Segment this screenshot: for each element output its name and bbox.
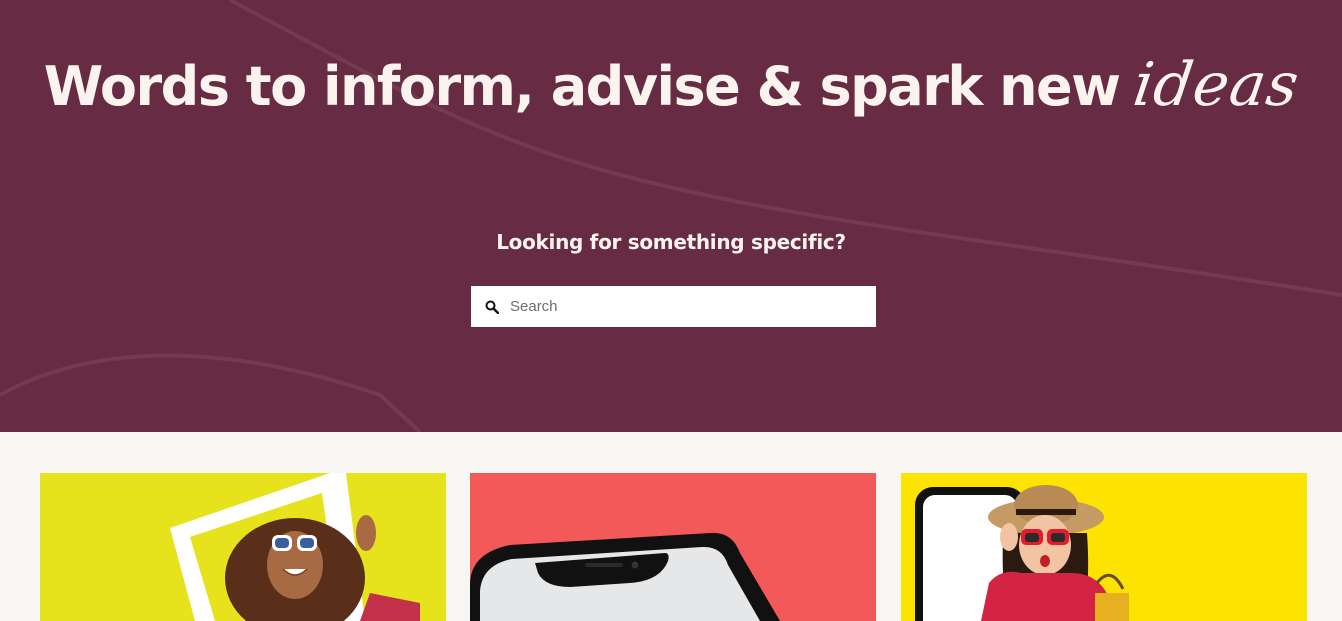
article-card-3[interactable] bbox=[901, 473, 1307, 621]
headline-main-text: Words to inform, advise & spark new bbox=[43, 55, 1121, 118]
search-box[interactable] bbox=[471, 286, 876, 327]
article-card-1-image bbox=[170, 473, 420, 621]
article-cards-grid bbox=[0, 432, 1342, 621]
headline-script-text: ideas bbox=[1128, 50, 1304, 120]
search-input[interactable] bbox=[510, 298, 850, 315]
hero-section: Words to inform, advise & spark new idea… bbox=[0, 0, 1342, 432]
article-card-2-image bbox=[470, 532, 780, 621]
article-card-1[interactable] bbox=[40, 473, 446, 621]
search-icon bbox=[484, 299, 500, 315]
search-prompt-heading: Looking for something specific? bbox=[496, 230, 846, 254]
article-card-2[interactable] bbox=[470, 473, 876, 621]
article-card-3-image bbox=[915, 485, 1129, 621]
page-headline: Words to inform, advise & spark new idea… bbox=[0, 50, 1342, 120]
